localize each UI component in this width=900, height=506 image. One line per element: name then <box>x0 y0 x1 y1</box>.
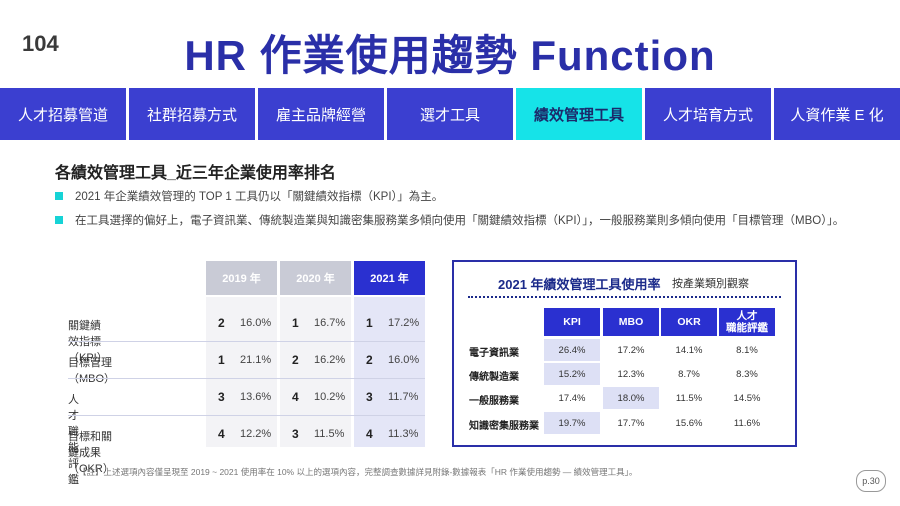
industry-usage-value: 8.1% <box>736 344 758 356</box>
page-number: p.30 <box>856 470 886 492</box>
usage-percent: 16.0% <box>240 317 272 329</box>
industry-usage-value: 17.7% <box>617 417 645 429</box>
rank-value: 2 <box>218 316 225 330</box>
industry-usage-value: 17.2% <box>617 344 645 356</box>
rank-row-label: 目標管理（MBO） <box>68 357 116 385</box>
usage-percent: 21.1% <box>240 354 272 366</box>
rank-value: 1 <box>292 316 299 330</box>
industry-usage-value: 26.4% <box>544 339 600 361</box>
tab-2[interactable]: 雇主品牌經營 <box>258 88 384 140</box>
bullet-item: 2021 年企業績效管理的 TOP 1 工具仍以「關鍵績效指標（KPI）」為主。 <box>55 188 443 204</box>
tool-column-header: MBO <box>603 308 659 336</box>
rank-value: 4 <box>292 390 299 404</box>
bullet-square-icon <box>55 192 63 200</box>
industry-usage-value: 11.5% <box>675 392 703 404</box>
usage-percent: 11.7% <box>388 391 419 403</box>
bullet-square-icon <box>55 216 63 224</box>
bullet-text: 在工具選擇的偏好上，電子資訊業、傳統製造業與知識密集服務業多傾向使用「關鍵績效指… <box>75 215 845 227</box>
page-title: HR 作業使用趨勢 Function <box>184 32 716 79</box>
bullet-text: 2021 年企業績效管理的 TOP 1 工具仍以「關鍵績效指標（KPI）」為主。 <box>75 191 444 203</box>
tab-6[interactable]: 人資作業 E 化 <box>774 88 900 140</box>
industry-usage-value: 14.1% <box>675 344 703 356</box>
tab-0[interactable]: 人才招募管道 <box>0 88 126 140</box>
rank-value: 2 <box>292 353 299 367</box>
rank-value: 3 <box>366 390 373 404</box>
year-header: 2020 年 <box>280 261 351 295</box>
rank-value: 1 <box>366 316 373 330</box>
usage-percent: 11.5% <box>314 428 345 440</box>
industry-usage-value: 8.7% <box>678 368 700 380</box>
rank-value: 3 <box>218 390 225 404</box>
industry-label: 電子資訊業 <box>469 348 519 359</box>
rank-value: 1 <box>218 353 225 367</box>
industry-usage-value: 14.5% <box>733 392 761 404</box>
industry-usage-value: 17.4% <box>558 392 586 404</box>
dotted-divider <box>468 296 781 298</box>
tool-column-header: 人才 職能評鑑 <box>719 308 775 336</box>
rank-value: 4 <box>366 427 373 441</box>
tool-column-header: KPI <box>544 308 600 336</box>
usage-percent: 16.7% <box>314 317 346 329</box>
usage-percent: 13.6% <box>240 391 272 403</box>
usage-percent: 12.2% <box>240 428 272 440</box>
usage-percent: 11.3% <box>388 428 419 440</box>
row-divider <box>68 341 425 342</box>
tab-3[interactable]: 選才工具 <box>387 88 513 140</box>
function-nav: 人才招募管道 社群招募方式 雇主品牌經營 選才工具 績效管理工具 人才培育方式 人資作業 E… <box>0 88 900 140</box>
rank-value: 3 <box>292 427 299 441</box>
industry-usage-value: 15.2% <box>544 363 600 385</box>
bullet-item: 在工具選擇的偏好上，電子資訊業、傳統製造業與知識密集服務業多傾向使用「關鍵績效指… <box>55 212 844 228</box>
tab-5[interactable]: 人才培育方式 <box>645 88 771 140</box>
footnote: 【註】上述選項內容僅呈現至 2019 ~ 2021 使用率在 10% 以上的選項… <box>78 467 638 477</box>
industry-usage-value: 11.6% <box>733 417 761 429</box>
industry-usage-value: 15.6% <box>675 417 703 429</box>
industry-label: 知識密集服務業 <box>469 421 539 432</box>
row-divider <box>68 415 425 416</box>
industry-usage-value: 18.0% <box>603 387 659 409</box>
industry-usage-value: 8.3% <box>736 368 758 380</box>
rank-value: 2 <box>366 353 373 367</box>
industry-label: 傳統製造業 <box>469 372 519 383</box>
usage-percent: 16.0% <box>388 354 420 366</box>
panel-title: 2021 年績效管理工具使用率 <box>498 277 661 292</box>
usage-percent: 16.2% <box>314 354 346 366</box>
year-header: 2019 年 <box>206 261 277 295</box>
tool-column-header: OKR <box>661 308 717 336</box>
usage-percent: 10.2% <box>314 391 346 403</box>
industry-label: 一般服務業 <box>469 396 519 407</box>
rank-value: 4 <box>218 427 225 441</box>
industry-usage-panel: 2021 年績效管理工具使用率 按產業類別觀察 KPI MBO OKR 人才 職能評鑑… <box>452 260 797 447</box>
industry-usage-value: 12.3% <box>617 368 645 380</box>
year-header: 2021 年 <box>354 261 425 295</box>
usage-percent: 17.2% <box>388 317 420 329</box>
industry-usage-value: 19.7% <box>544 412 600 434</box>
tab-4[interactable]: 績效管理工具 <box>516 88 642 140</box>
row-divider <box>68 378 425 379</box>
panel-subtitle: 按產業類別觀察 <box>672 278 749 290</box>
section-subtitle: 各績效管理工具_近三年企業使用率排名 <box>55 165 336 182</box>
tab-1[interactable]: 社群招募方式 <box>129 88 255 140</box>
